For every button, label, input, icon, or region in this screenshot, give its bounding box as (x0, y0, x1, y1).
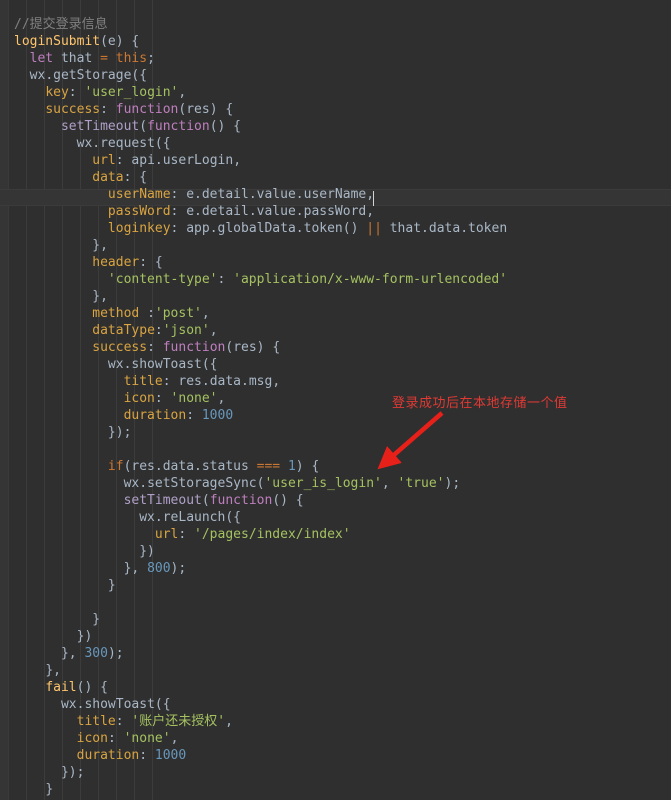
code-line: let that = this; (29, 51, 155, 66)
code-line: wx.getStorage({ (29, 68, 148, 83)
code-line: fail() { (45, 680, 108, 695)
code-line: data: { (92, 170, 148, 185)
code-line: duration: 1000 (76, 748, 187, 763)
code-line: wx.reLaunch({ (139, 510, 241, 525)
code-line: url: '/pages/index/index' (154, 527, 351, 542)
code-line: } (45, 782, 54, 797)
code-line: key: 'user_login', (45, 85, 187, 100)
code-line: }, 300); (60, 646, 124, 661)
code-line: }); (60, 765, 85, 780)
code-line: } (92, 612, 101, 627)
code-line: }, (92, 238, 108, 253)
code-line: }) (139, 544, 155, 559)
code-line: }, (92, 289, 108, 304)
code-line: success: function(res) { (45, 102, 234, 117)
code-line: wx.request({ (76, 136, 171, 151)
code-line: setTimeout(function() { (60, 119, 242, 134)
code-line: header: { (92, 255, 163, 270)
code-line: if(res.data.status === 1) { (107, 459, 320, 474)
code-line: }); (107, 425, 132, 440)
code-line: 'content-type': 'application/x-www-form-… (107, 272, 508, 287)
code-line: url: api.userLogin, (92, 153, 242, 168)
code-line: userName: e.detail.value.userName, (107, 187, 375, 202)
code-line: wx.showToast({ (107, 357, 218, 372)
code-line: }, (45, 663, 61, 678)
code-line: passWord: e.detail.value.passWord, (107, 204, 375, 219)
code-line: }, 800); (123, 561, 187, 576)
code-line: icon: 'none', (123, 391, 226, 406)
code-editor-window[interactable]: //提交登录信息 loginSubmit(e) { let that = this… (0, 0, 671, 800)
code-line: dataType:'json', (92, 323, 218, 338)
code-line: success: function(res) { (92, 340, 281, 355)
code-line: title: res.data.msg, (123, 374, 281, 389)
code-line: method :'post', (92, 306, 210, 321)
annotation-label: 登录成功后在本地存储一个值 (392, 396, 568, 411)
code-line: wx.setStorageSync('user_is_login', 'true… (123, 476, 461, 491)
code-line: } (107, 578, 116, 593)
code-line: title: '账户还未授权', (76, 714, 233, 729)
code-line: duration: 1000 (123, 408, 234, 423)
code-surface[interactable]: //提交登录信息 loginSubmit(e) { let that = this… (0, 0, 671, 800)
code-line: loginkey: app.globalData.token() || that… (107, 221, 508, 236)
code-line: icon: 'none', (76, 731, 179, 746)
code-text[interactable]: //提交登录信息 loginSubmit(e) { let that = this… (0, 16, 671, 800)
code-line: loginSubmit(e) { (14, 34, 140, 49)
code-line: }) (76, 629, 93, 644)
code-line: setTimeout(function() { (123, 493, 304, 508)
code-line: wx.showToast({ (60, 697, 171, 712)
code-line: //提交登录信息 (14, 17, 108, 32)
